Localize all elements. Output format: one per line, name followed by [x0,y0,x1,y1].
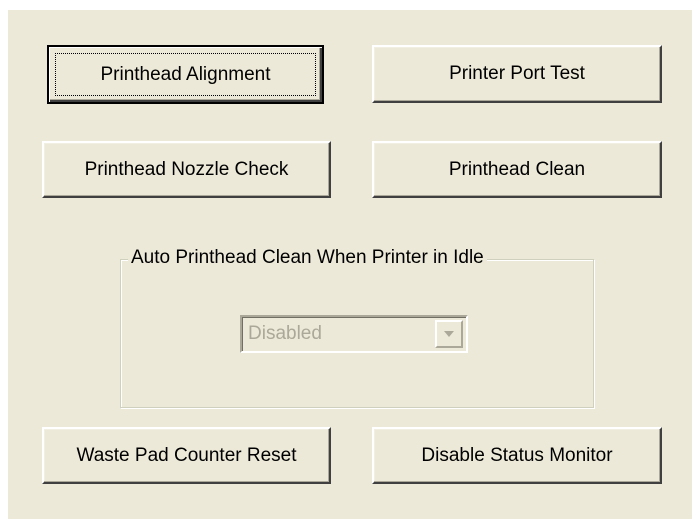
printhead-alignment-button[interactable]: Printhead Alignment [47,45,324,104]
waste-pad-counter-reset-button[interactable]: Waste Pad Counter Reset [42,427,331,484]
printhead-nozzle-check-label: Printhead Nozzle Check [84,158,289,180]
disable-status-monitor-label: Disable Status Monitor [421,444,613,466]
printhead-clean-button[interactable]: Printhead Clean [372,141,662,198]
printer-port-test-button[interactable]: Printer Port Test [372,45,662,103]
printhead-alignment-label: Printhead Alignment [100,63,271,85]
printer-utility-panel: Printhead Alignment Printer Port Test Pr… [8,10,692,519]
chevron-down-icon [444,331,454,337]
printhead-clean-label: Printhead Clean [448,158,586,180]
printer-port-test-label: Printer Port Test [449,63,585,84]
auto-clean-group-label: Auto Printhead Clean When Printer in Idl… [128,247,487,269]
idle-clean-select[interactable]: Disabled [240,315,468,353]
waste-pad-counter-reset-label: Waste Pad Counter Reset [76,444,297,466]
idle-clean-select-value: Disabled [248,323,322,344]
dropdown-button[interactable] [435,320,463,348]
disable-status-monitor-button[interactable]: Disable Status Monitor [372,427,662,484]
printhead-nozzle-check-button[interactable]: Printhead Nozzle Check [42,141,331,198]
